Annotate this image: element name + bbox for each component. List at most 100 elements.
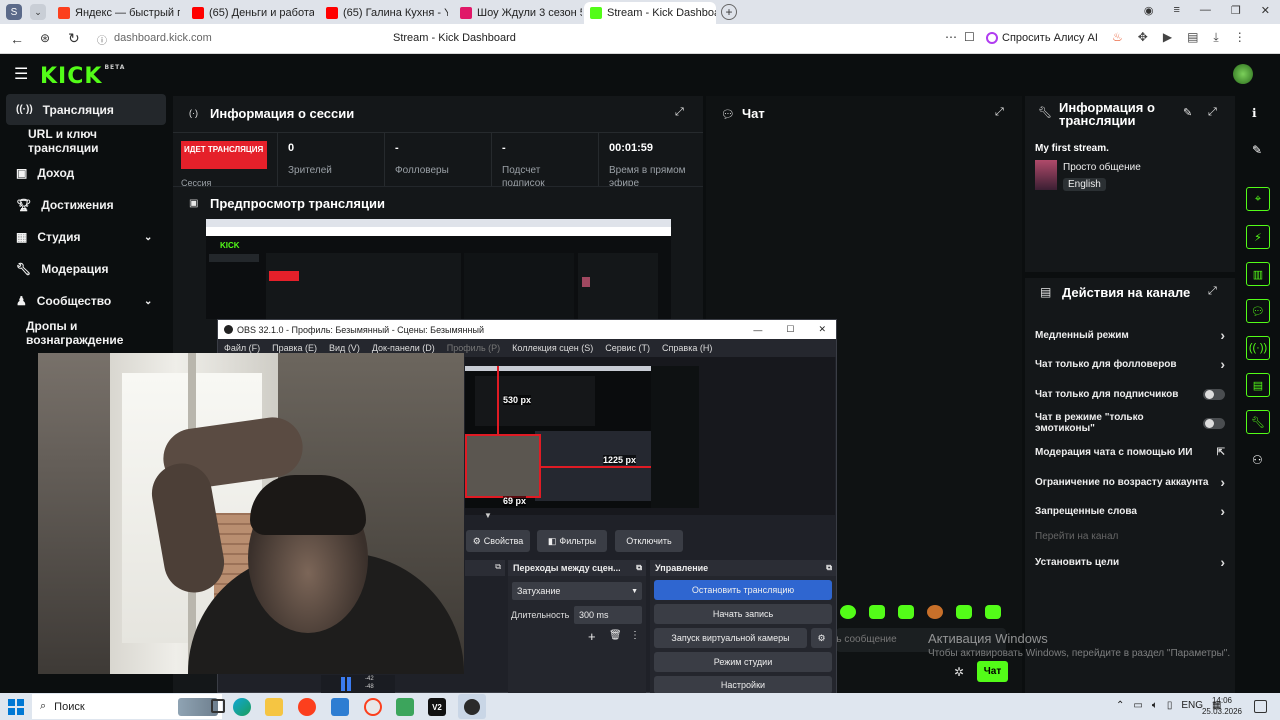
start-button[interactable] <box>8 699 24 715</box>
close-window-icon[interactable]: ✕ <box>1261 4 1270 20</box>
hamburger-icon[interactable]: ☰ <box>14 64 28 84</box>
shield-icon[interactable]: ⊛ <box>40 31 50 45</box>
media-icon[interactable]: ▶ <box>1163 30 1172 45</box>
menu-view[interactable]: Вид (V) <box>329 343 360 353</box>
virtual-camera-settings[interactable]: ⚙ <box>811 628 832 648</box>
emote-icon[interactable] <box>840 605 856 619</box>
properties-button[interactable]: ⚙ Свойства <box>466 530 530 552</box>
menu-scene-collection[interactable]: Коллекция сцен (S) <box>512 343 593 353</box>
menu-profile[interactable]: Профиль (P) <box>447 343 500 353</box>
expand-icon[interactable]: ⤢ <box>1208 285 1217 298</box>
share-icon[interactable]: ⚇ <box>1252 453 1263 467</box>
emote-icon[interactable] <box>869 605 885 619</box>
browser-tab[interactable]: (65) Деньги и работа. Пр <box>186 2 314 24</box>
edit-icon[interactable]: ✎ <box>1183 106 1192 119</box>
download-icon[interactable]: ⤓ <box>1213 30 1218 45</box>
action-age-limit[interactable]: Ограничение по возрасту аккаунта › <box>1035 474 1225 490</box>
stop-streaming-button[interactable]: Остановить трансляцию <box>654 580 832 600</box>
deactivate-button[interactable]: Отключить <box>615 530 683 552</box>
volume-icon[interactable]: 🔈︎ <box>1152 700 1158 711</box>
new-tab-button[interactable]: + <box>721 4 737 20</box>
nav-item-studio[interactable]: ▦ Студия ⌄ <box>6 222 166 252</box>
action-slow-mode[interactable]: Медленный режим › <box>1035 327 1225 343</box>
broadcast-icon[interactable]: ((·)) <box>1246 336 1270 360</box>
expand-icon[interactable]: ⤢ <box>995 106 1004 119</box>
clock[interactable]: 14:06 25.03.2026 <box>1198 695 1246 717</box>
dock-menu-icon[interactable]: ⧉ <box>636 563 642 573</box>
scan-icon[interactable]: ⌖ <box>1246 187 1270 211</box>
action-ai-moderation[interactable]: Модерация чата с помощью ИИ ⇱ <box>1035 444 1225 460</box>
app-icon[interactable] <box>396 698 414 716</box>
browser-tab[interactable]: Шоу Ждули 3 сезон 5 сер <box>454 2 582 24</box>
chat-bubble-icon[interactable]: 💬︎ <box>1246 299 1270 323</box>
reload-icon[interactable]: ↻ <box>68 30 80 47</box>
emote-icon[interactable] <box>927 605 943 619</box>
chevron-up-icon[interactable]: ⌃ <box>1116 700 1124 711</box>
extensions-icon[interactable]: ✥ <box>1138 30 1148 45</box>
toggle-switch[interactable] <box>1203 417 1225 429</box>
minimize-icon[interactable]: — <box>753 325 762 335</box>
collections-icon[interactable]: ▤ <box>1187 30 1198 45</box>
settings-button[interactable]: Настройки <box>654 676 832 694</box>
obs-taskbar-icon[interactable] <box>458 694 486 719</box>
chat-send-button[interactable]: Чат <box>977 661 1008 682</box>
obs-preview-canvas[interactable]: 530 px 1225 px 69 px <box>465 366 699 508</box>
menu-file[interactable]: Файл (F) <box>224 343 260 353</box>
bookmark-icon[interactable]: ☐ <box>964 30 975 44</box>
task-view-icon[interactable] <box>211 699 225 713</box>
maximize-icon[interactable]: ☐ <box>786 324 794 335</box>
notifications-icon[interactable] <box>1254 700 1267 713</box>
document-icon[interactable]: ▥ <box>1246 262 1270 286</box>
menu-edit[interactable]: Правка (E) <box>272 343 317 353</box>
edit-icon[interactable]: ✎ <box>1252 143 1262 157</box>
nav-item-moderation[interactable]: 🔧︎ Модерация <box>6 254 166 284</box>
menu-icon[interactable]: ≡ <box>1173 4 1179 20</box>
expand-icon[interactable]: ⤢ <box>1208 106 1217 119</box>
filters-button[interactable]: ◧ Фильтры <box>537 530 607 552</box>
yandex-icon[interactable] <box>364 698 382 716</box>
wrench-icon[interactable]: 🔧︎ <box>1246 410 1270 434</box>
nav-item-broadcast[interactable]: ((·)) Трансляция <box>6 94 166 125</box>
action-set-goals[interactable]: Установить цели › <box>1035 554 1225 570</box>
kebab-icon[interactable]: ⋮ <box>630 630 640 641</box>
virtual-camera-button[interactable]: Запуск виртуальной камеры <box>654 628 807 648</box>
menu-docks[interactable]: Док-панели (D) <box>372 343 435 353</box>
layers-icon[interactable]: ▤ <box>1246 373 1270 397</box>
close-icon[interactable]: ✕ <box>818 324 826 335</box>
action-subs-only[interactable]: Чат только для подписчиков <box>1035 386 1225 402</box>
battery-icon[interactable]: ▯ <box>1167 700 1173 711</box>
kebab-icon[interactable]: ⋮ <box>1234 30 1246 45</box>
toggle-switch[interactable] <box>1203 388 1225 400</box>
info-icon[interactable]: ℹ <box>1252 106 1257 120</box>
network-icon[interactable]: ▭ <box>1133 700 1142 711</box>
action-banned-words[interactable]: Запрещенные слова › <box>1035 503 1225 519</box>
browser-tab-active[interactable]: Stream - Kick Dashboard ✕ <box>584 2 716 24</box>
duration-input[interactable]: 300 ms <box>574 606 642 624</box>
fire-icon[interactable]: ♨ <box>1112 30 1123 45</box>
explorer-icon[interactable] <box>265 698 283 716</box>
lightning-icon[interactable]: ⚡︎ <box>1246 225 1270 249</box>
emote-icon[interactable] <box>956 605 972 619</box>
trash-icon[interactable]: 🗑︎ <box>609 630 622 641</box>
action-emote-only[interactable]: Чат в режиме "только эмотиконы" <box>1035 412 1225 434</box>
browser-tab[interactable]: Яндекс — быстрый поиск <box>52 2 180 24</box>
browser-profile-button[interactable]: S <box>6 4 22 20</box>
yandex-browser-icon[interactable] <box>298 698 316 716</box>
restore-icon[interactable]: ❐ <box>1231 4 1241 20</box>
v2-app-icon[interactable]: V2 <box>428 698 446 716</box>
more-icon[interactable]: ⋯ <box>945 30 957 44</box>
nav-item-url-key[interactable]: URL и ключ трансляции <box>6 126 166 156</box>
action-go-to-channel[interactable]: Перейти на канал <box>1035 529 1225 543</box>
nav-item-income[interactable]: ▣ Доход <box>6 158 166 188</box>
expand-icon[interactable]: ⤢ <box>675 106 684 119</box>
nav-item-achievements[interactable]: 🏆︎ Достижения <box>6 190 166 220</box>
studio-mode-button[interactable]: Режим студии <box>654 652 832 672</box>
add-icon[interactable]: + <box>588 629 596 644</box>
transition-select[interactable]: Затухание ▼ <box>512 582 642 600</box>
url-field[interactable]: dashboard.kick.com <box>114 32 212 44</box>
chat-settings-icon[interactable]: ✲ <box>954 665 964 679</box>
chevron-down-icon[interactable]: ⌄ <box>30 4 46 20</box>
menu-tools[interactable]: Сервис (T) <box>605 343 650 353</box>
action-followers-only[interactable]: Чат только для фолловеров › <box>1035 356 1225 372</box>
nav-item-community[interactable]: ♟ Сообщество ⌄ <box>6 286 166 316</box>
